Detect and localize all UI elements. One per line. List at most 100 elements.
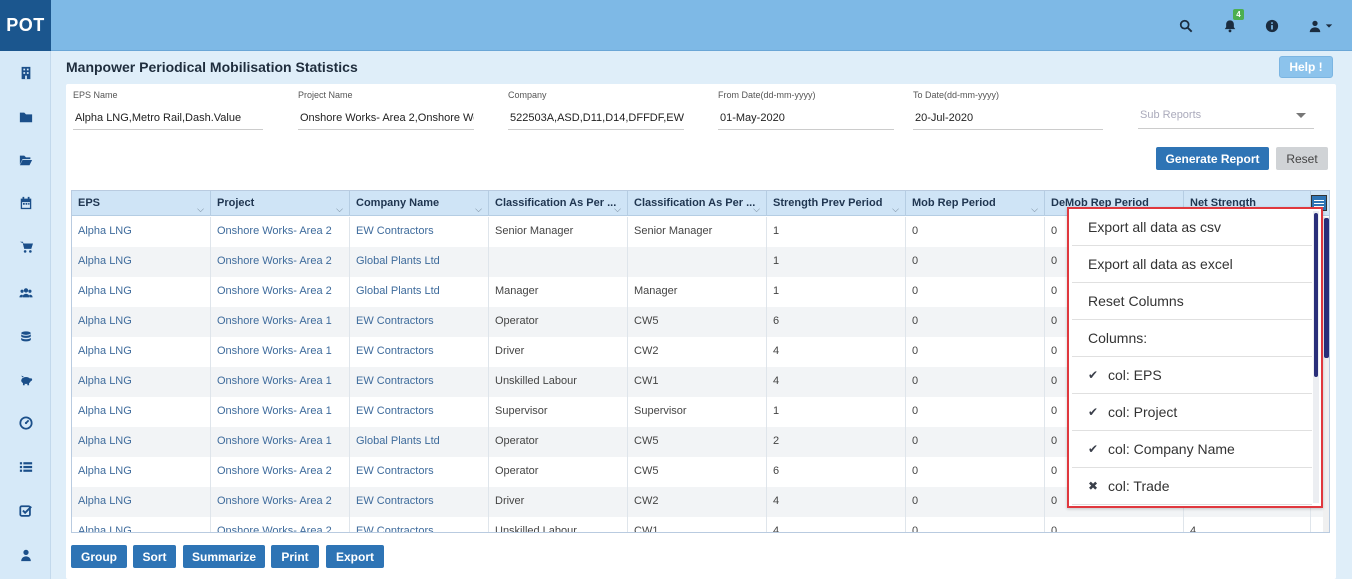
database-icon[interactable] bbox=[17, 328, 34, 345]
cell-company-name: EW Contractors bbox=[350, 397, 489, 427]
cell-eps: Alpha LNG bbox=[72, 307, 211, 337]
column-filter-icon[interactable]: ⌵ bbox=[753, 197, 760, 216]
column-toggle-item[interactable]: ✔ col: Project bbox=[1072, 394, 1312, 431]
group-button[interactable]: Group bbox=[71, 545, 127, 568]
company-field[interactable]: 522503A,ASD,D11,D14,DFFDF,EWC, bbox=[508, 106, 684, 130]
column-filter-icon[interactable]: ⌵ bbox=[614, 197, 621, 216]
column-filter-icon[interactable]: ⌵ bbox=[892, 197, 899, 216]
cart-icon[interactable] bbox=[17, 238, 34, 255]
export-button[interactable]: Export bbox=[326, 545, 384, 568]
user-menu[interactable] bbox=[1305, 16, 1335, 36]
column-filter-icon[interactable]: ⌵ bbox=[1031, 197, 1038, 216]
project-field[interactable]: Onshore Works- Area 2,Onshore Works bbox=[298, 106, 474, 130]
cell-classification-2: CW1 bbox=[628, 517, 767, 532]
table-row[interactable]: Alpha LNG Onshore Works- Area 2 EW Contrac… bbox=[72, 517, 1329, 532]
cell-company-name: EW Contractors bbox=[350, 457, 489, 487]
sub-reports-select[interactable]: Sub Reports bbox=[1138, 103, 1314, 129]
cell-project: Onshore Works- Area 2 bbox=[211, 457, 350, 487]
building-icon[interactable] bbox=[17, 64, 34, 81]
info-icon[interactable] bbox=[1262, 16, 1282, 36]
cell-net-strength: 4 bbox=[1184, 517, 1311, 532]
to-date-field[interactable]: 20-Jul-2020 bbox=[913, 106, 1103, 130]
cell-strength-prev: 4 bbox=[767, 367, 906, 397]
sort-button[interactable]: Sort bbox=[133, 545, 176, 568]
export-excel-item[interactable]: Export all data as excel bbox=[1072, 246, 1312, 283]
cell-company-name: EW Contractors bbox=[350, 337, 489, 367]
cell-classification-1: Senior Manager bbox=[489, 217, 628, 247]
piggy-bank-icon[interactable] bbox=[17, 371, 34, 388]
from-date-field[interactable]: 01-May-2020 bbox=[718, 106, 894, 130]
column-toggle-item[interactable]: ✖ col: Trade bbox=[1072, 468, 1312, 505]
sub-reports-placeholder: Sub Reports bbox=[1140, 109, 1202, 121]
column-filter-icon[interactable]: ⌵ bbox=[197, 197, 204, 216]
cell-mob-rep: 0 bbox=[906, 217, 1045, 247]
grid-scrollbar-thumb[interactable] bbox=[1324, 218, 1329, 358]
column-header-label: Strength Prev Period bbox=[773, 197, 883, 209]
dashboard-icon[interactable] bbox=[17, 414, 34, 431]
cell-mob-rep: 0 bbox=[906, 397, 1045, 427]
checkbox-icon[interactable] bbox=[17, 502, 34, 519]
cell-classification-1: Operator bbox=[489, 427, 628, 457]
app-logo[interactable]: POT bbox=[0, 0, 51, 51]
column-header-label: Classification As Per ... bbox=[634, 197, 756, 209]
cell-demob-rep: 0 bbox=[1045, 517, 1184, 532]
cell-mob-rep: 0 bbox=[906, 277, 1045, 307]
cell-classification-1: Manager bbox=[489, 277, 628, 307]
cell-classification-2: CW5 bbox=[628, 427, 767, 457]
column-header-label: Company Name bbox=[356, 197, 440, 209]
cell-project: Onshore Works- Area 2 bbox=[211, 517, 350, 532]
cell-classification-2: CW1 bbox=[628, 367, 767, 397]
cell-eps: Alpha LNG bbox=[72, 217, 211, 247]
summarize-button[interactable]: Summarize bbox=[183, 545, 265, 568]
reset-columns-item[interactable]: Reset Columns bbox=[1072, 283, 1312, 320]
cell-company-name: Global Plants Ltd bbox=[350, 277, 489, 307]
company-label: Company bbox=[508, 90, 547, 100]
top-bar: POT 4 bbox=[0, 0, 1352, 51]
column-header-classification-2[interactable]: Classification As Per ... ⌵ bbox=[628, 191, 767, 216]
column-header-label: Project bbox=[217, 197, 255, 209]
column-toggle-item[interactable]: ✔ col: Company Name bbox=[1072, 431, 1312, 468]
column-header-classification-1[interactable]: Classification As Per ... ⌵ bbox=[489, 191, 628, 216]
eps-label: EPS Name bbox=[73, 90, 118, 100]
export-csv-item[interactable]: Export all data as csv bbox=[1072, 209, 1312, 246]
column-header-label: Mob Rep Period bbox=[912, 197, 996, 209]
column-header-project[interactable]: Project ⌵ bbox=[211, 191, 350, 216]
cell-mob-rep: 0 bbox=[906, 307, 1045, 337]
calendar-icon[interactable] bbox=[17, 194, 34, 211]
column-toggle-item[interactable]: ✔ col: EPS bbox=[1072, 357, 1312, 394]
search-icon[interactable] bbox=[1176, 16, 1196, 36]
column-header-label: EPS bbox=[78, 197, 101, 209]
cell-mob-rep: 0 bbox=[906, 457, 1045, 487]
column-header-company-name[interactable]: Company Name ⌵ bbox=[350, 191, 489, 216]
generate-report-button[interactable]: Generate Report bbox=[1156, 147, 1269, 170]
cell-classification-1: Driver bbox=[489, 337, 628, 367]
help-button[interactable]: Help ! bbox=[1279, 56, 1333, 78]
column-header-strength-prev[interactable]: Strength Prev Period ⌵ bbox=[767, 191, 906, 216]
person-icon[interactable] bbox=[17, 546, 34, 563]
reset-button[interactable]: Reset bbox=[1276, 147, 1328, 170]
column-header-mob-rep[interactable]: Mob Rep Period ⌵ bbox=[906, 191, 1045, 216]
cell-eps: Alpha LNG bbox=[72, 487, 211, 517]
popup-scrollbar-thumb[interactable] bbox=[1314, 213, 1318, 377]
cell-strength-prev: 1 bbox=[767, 397, 906, 427]
column-filter-icon[interactable]: ⌵ bbox=[336, 197, 343, 216]
folder-icon[interactable] bbox=[17, 108, 34, 125]
cell-project: Onshore Works- Area 2 bbox=[211, 277, 350, 307]
users-icon[interactable] bbox=[17, 284, 34, 301]
column-toggle-label: col: Project bbox=[1108, 404, 1178, 420]
column-toggle-label: col: Trade bbox=[1108, 478, 1170, 494]
cell-company-name: Global Plants Ltd bbox=[350, 427, 489, 457]
cell-strength-prev: 1 bbox=[767, 247, 906, 277]
notification-badge: 4 bbox=[1233, 9, 1244, 20]
column-header-label: Classification As Per ... bbox=[495, 197, 617, 209]
folder-open-icon[interactable] bbox=[17, 151, 34, 168]
column-toggle-label: col: Company Name bbox=[1108, 441, 1235, 457]
cell-strength-prev: 6 bbox=[767, 307, 906, 337]
eps-field[interactable]: Alpha LNG,Metro Rail,Dash.Value bbox=[73, 106, 263, 130]
column-filter-icon[interactable]: ⌵ bbox=[475, 197, 482, 216]
cell-project: Onshore Works- Area 2 bbox=[211, 217, 350, 247]
print-button[interactable]: Print bbox=[271, 545, 319, 568]
cell-mob-rep: 0 bbox=[906, 367, 1045, 397]
list-icon[interactable] bbox=[17, 458, 34, 475]
column-header-eps[interactable]: EPS ⌵ bbox=[72, 191, 211, 216]
